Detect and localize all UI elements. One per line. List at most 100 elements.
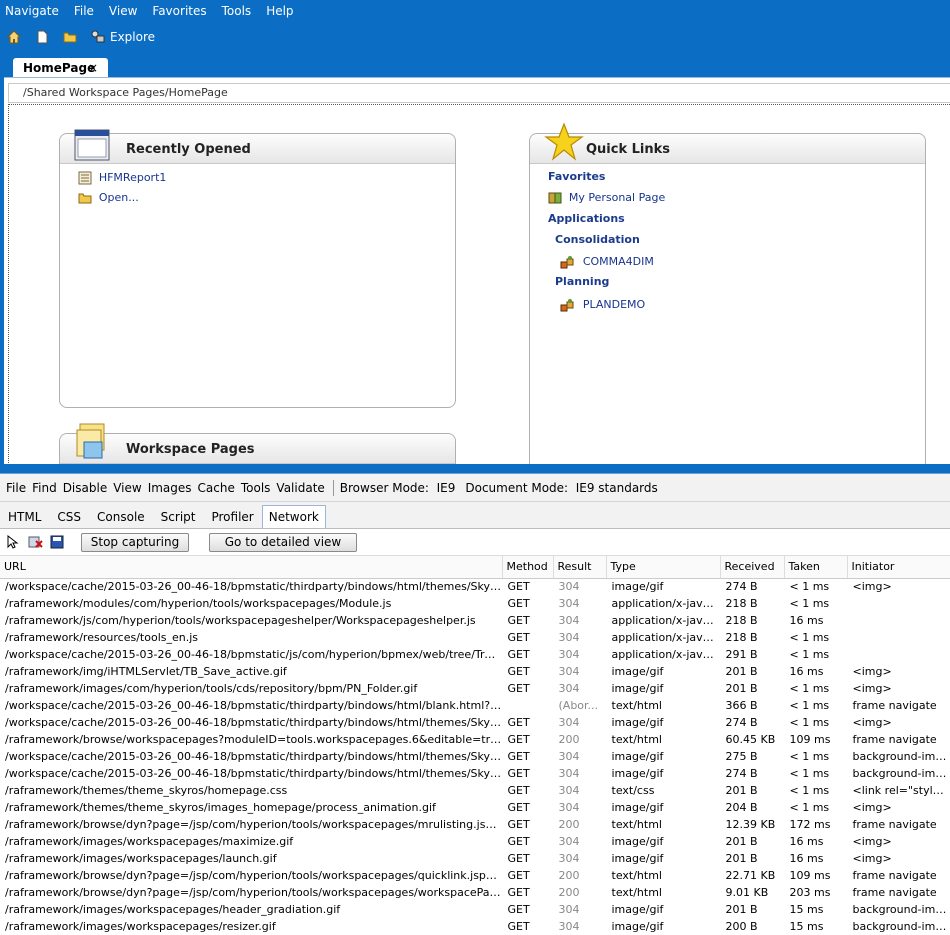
table-row[interactable]: /raframework/browse/dyn?page=/jsp/com/hy… [0,884,950,901]
menu-favorites[interactable]: Favorites [152,4,206,18]
recent-item-hfmreport[interactable]: HFMReport1 [78,170,166,185]
devtools-menubar: File Find Disable View Images Cache Tool… [0,474,950,502]
dev-menu-validate[interactable]: Validate [276,481,324,495]
select-element-icon[interactable] [6,535,20,549]
developer-tools: File Find Disable View Images Cache Tool… [0,474,950,935]
dev-menu-find[interactable]: Find [32,481,57,495]
table-row[interactable]: /raframework/images/workspacepages/resiz… [0,918,950,935]
table-row[interactable]: /raframework/themes/theme_skyros/homepag… [0,782,950,799]
column-header-received[interactable]: Received [720,556,785,579]
table-row[interactable]: /raframework/images/workspacepages/heade… [0,901,950,918]
cell-received: 275 B [720,748,785,765]
cell-received: 9.01 KB [720,884,785,901]
cell-initiator: <img> [847,833,950,850]
favorite-my-personal-page[interactable]: My Personal Page [548,190,665,205]
cell-received: 204 B [720,799,785,816]
table-row[interactable]: /workspace/cache/2015-03-26_00-46-18/bpm… [0,748,950,765]
table-row[interactable]: /raframework/images/com/hyperion/tools/c… [0,680,950,697]
browser-mode[interactable]: Browser Mode: IE9 [340,481,456,495]
dev-menu-images[interactable]: Images [148,481,192,495]
column-header-method[interactable]: Method [502,556,554,579]
tab-network[interactable]: Network [261,505,326,528]
table-row[interactable]: /raframework/browse/workspacepages?modul… [0,731,950,748]
cell-taken: 109 ms [784,731,848,748]
menu-view[interactable]: View [109,4,137,18]
cell-url: /raframework/themes/theme_skyros/homepag… [0,782,503,799]
menu-file[interactable]: File [74,4,94,18]
cell-result: (Abor... [553,697,607,714]
app-plandemo-label[interactable]: PLANDEMO [583,298,645,311]
tab-console[interactable]: Console [89,510,153,528]
favorite-my-personal-page-label[interactable]: My Personal Page [569,191,665,204]
tab-script[interactable]: Script [153,510,204,528]
table-row[interactable]: /raframework/img/iHTMLServlet/TB_Save_ac… [0,663,950,680]
table-row[interactable]: /raframework/modules/com/hyperion/tools/… [0,595,950,612]
dev-menu-tools[interactable]: Tools [241,481,271,495]
cell-taken: < 1 ms [784,697,848,714]
column-header-type[interactable]: Type [606,556,721,579]
table-row[interactable]: /raframework/images/workspacepages/launc… [0,850,950,867]
tab-profiler[interactable]: Profiler [203,510,261,528]
dev-menu-view[interactable]: View [113,481,141,495]
tab-css[interactable]: CSS [49,510,89,528]
menu-tools[interactable]: Tools [222,4,252,18]
table-row[interactable]: /workspace/cache/2015-03-26_00-46-18/bpm… [0,714,950,731]
dev-menu-file[interactable]: File [6,481,26,495]
application-icon [560,255,574,268]
cell-received: 274 B [720,578,785,595]
recently-opened-header: Recently Opened [60,134,455,164]
cell-received: 274 B [720,714,785,731]
explore-icon[interactable] [91,30,105,44]
table-row[interactable]: /raframework/images/workspacepages/maxim… [0,833,950,850]
open-folder-icon[interactable] [63,30,77,44]
explore-label[interactable]: Explore [110,30,155,44]
menu-help[interactable]: Help [266,4,293,18]
table-row[interactable]: /workspace/cache/2015-03-26_00-46-18/bpm… [0,765,950,782]
cell-method: GET [502,578,554,595]
new-document-icon[interactable] [35,30,49,44]
close-icon[interactable]: × [88,58,98,78]
recent-item-hfmreport-label[interactable]: HFMReport1 [99,171,167,184]
cell-taken: < 1 ms [784,714,848,731]
table-row[interactable]: /raframework/themes/theme_skyros/images_… [0,799,950,816]
cell-type: text/html [606,884,721,901]
quick-links-header: Quick Links [530,134,925,164]
table-row[interactable]: /raframework/browse/dyn?page=/jsp/com/hy… [0,867,950,884]
app-comma4dim-label[interactable]: COMMA4DIM [583,255,654,268]
detailed-view-button[interactable]: Go to detailed view [209,532,357,552]
cell-method: GET [502,799,554,816]
cell-url: /raframework/themes/theme_skyros/images_… [0,799,503,816]
dev-menu-cache[interactable]: Cache [198,481,235,495]
menu-navigate[interactable]: Navigate [5,4,59,18]
cell-method: GET [502,714,554,731]
table-row[interactable]: /raframework/js/com/hyperion/tools/works… [0,612,950,629]
app-comma4dim[interactable]: COMMA4DIM [560,254,654,269]
cell-method: GET [502,850,554,867]
table-row[interactable]: /workspace/cache/2015-03-26_00-46-18/bpm… [0,697,950,714]
column-header-url[interactable]: URL [0,556,503,579]
column-header-initiator[interactable]: Initiator [847,556,950,579]
stop-capturing-button[interactable]: Stop capturing [81,532,189,552]
recent-item-open-label[interactable]: Open... [99,191,139,204]
table-row[interactable]: /workspace/cache/2015-03-26_00-46-18/bpm… [0,578,950,595]
table-row[interactable]: /workspace/cache/2015-03-26_00-46-18/bpm… [0,646,950,663]
cell-type: text/css [606,782,721,799]
column-header-result[interactable]: Result [553,556,607,579]
cell-url: /raframework/modules/com/hyperion/tools/… [0,595,503,612]
table-row[interactable]: /raframework/resources/tools_en.js GET 304… [0,629,950,646]
tab-html[interactable]: HTML [0,510,49,528]
column-header-taken[interactable]: Taken [784,556,848,579]
cell-type: image/gif [606,901,721,918]
dev-menu-disable[interactable]: Disable [63,481,108,495]
clear-icon[interactable] [28,535,44,549]
tab-homepage[interactable]: HomePage × [13,58,108,78]
tab-strip: HomePage × [0,55,950,78]
splitter[interactable] [0,464,950,474]
document-mode[interactable]: Document Mode: IE9 standards [465,481,657,495]
home-icon[interactable] [7,30,21,44]
cell-taken: 109 ms [784,867,848,884]
save-icon[interactable] [50,535,64,549]
table-row[interactable]: /raframework/browse/dyn?page=/jsp/com/hy… [0,816,950,833]
recent-item-open[interactable]: Open... [78,190,139,205]
app-plandemo[interactable]: PLANDEMO [560,297,645,312]
